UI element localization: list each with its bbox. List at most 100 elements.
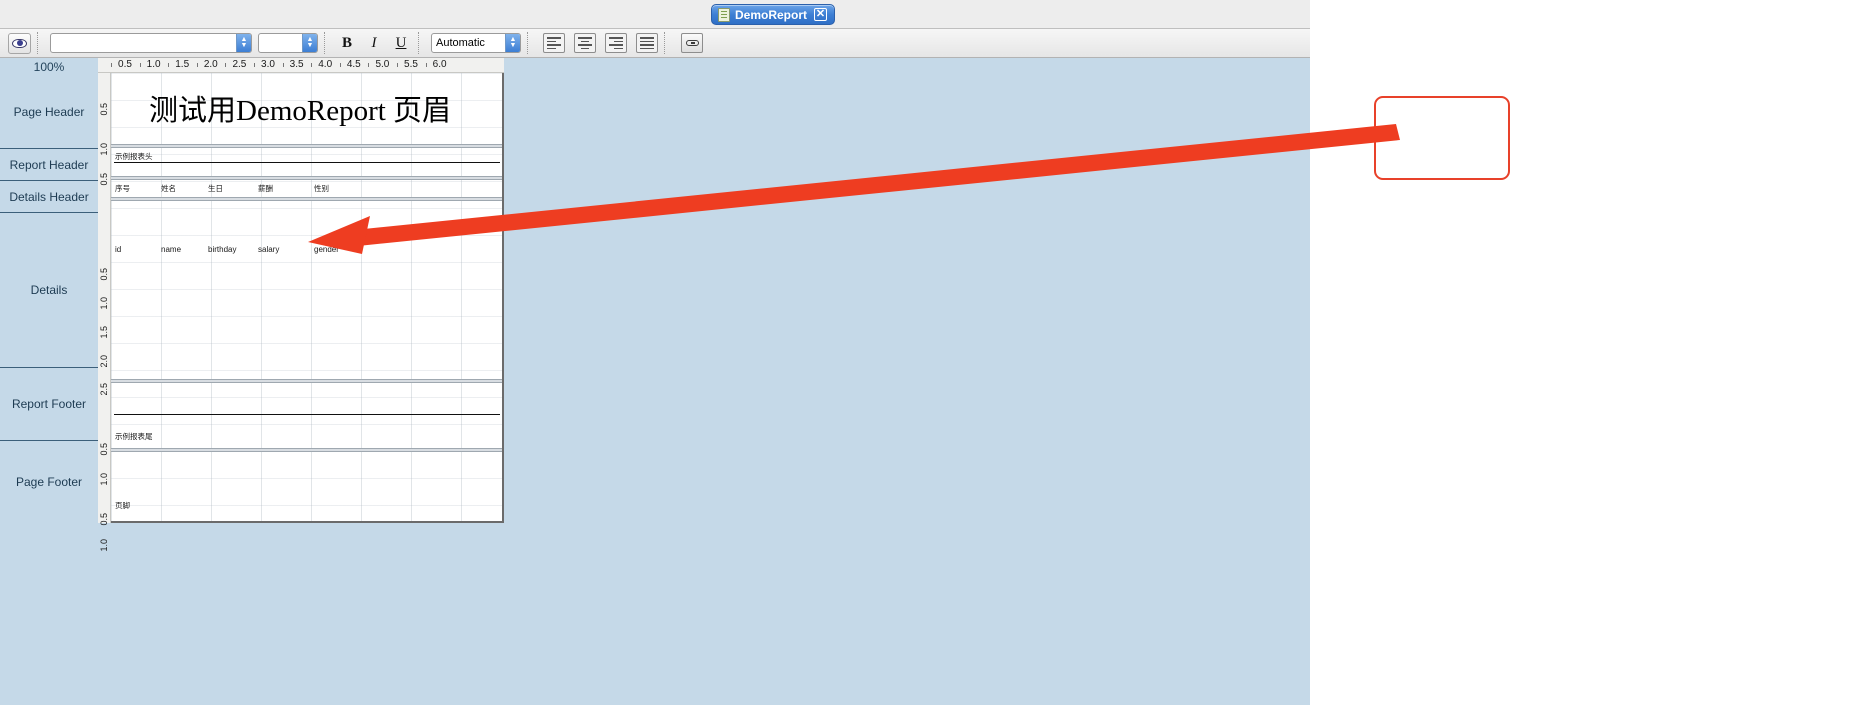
document-tab-label: DemoReport xyxy=(735,7,808,22)
band-details[interactable]: Details xyxy=(0,212,98,367)
band-separator xyxy=(111,197,502,201)
ruler-mark xyxy=(139,63,141,67)
preview-toggle-button[interactable] xyxy=(8,32,31,54)
ruler-tick: 1.0 xyxy=(99,473,109,486)
report-header-text-element[interactable]: 示例报表头 xyxy=(115,151,153,162)
ruler-tick: 5.5 xyxy=(404,59,418,70)
ruler-tick: 2.0 xyxy=(99,355,109,368)
details-header-col-4[interactable]: 性别 xyxy=(314,183,329,194)
report-sheet[interactable]: 测试用DemoReport 页眉 示例报表头 序号 姓名 生日 薪酬 性别 id… xyxy=(111,73,504,523)
band-separator xyxy=(111,144,502,148)
align-center-icon[interactable] xyxy=(574,33,596,53)
eye-icon xyxy=(12,38,27,48)
band-separator xyxy=(111,448,502,452)
ruler-tick: 3.5 xyxy=(289,59,304,70)
ruler-mark xyxy=(168,63,170,67)
link-icon xyxy=(685,40,699,46)
ruler-tick: 1.0 xyxy=(99,143,109,156)
ruler-tick: 2.5 xyxy=(232,59,247,70)
band-report-footer[interactable]: Report Footer xyxy=(0,367,98,440)
band-page-header[interactable]: Page Header xyxy=(0,76,98,148)
ruler-tick: 0.5 xyxy=(99,513,109,526)
ruler-mark xyxy=(111,63,112,67)
toolbar-separator xyxy=(37,32,38,54)
ruler-mark xyxy=(339,63,341,67)
canvas-background-bottom xyxy=(0,523,1310,705)
align-justify-icon[interactable] xyxy=(636,33,658,53)
ruler-tick: 1.5 xyxy=(175,59,190,70)
ruler-mark xyxy=(254,63,255,67)
ruler-tick: 1.0 xyxy=(146,59,161,70)
band-details-header[interactable]: Details Header xyxy=(0,180,98,212)
details-field-salary[interactable]: salary xyxy=(258,245,279,254)
ruler-tick: 4.5 xyxy=(346,59,361,70)
document-tab-demoreport[interactable]: DemoReport ✕ xyxy=(711,4,836,25)
horizontal-ruler[interactable]: 0.5 1.0 1.5 2.0 2.5 3.0 3.5 4.0 4.5 5.0 5.5 6.0 xyxy=(98,58,504,73)
report-paper-area: 0.5 1.0 1.5 2.0 2.5 3.0 3.5 4.0 4.5 5.0 5.5 6.0 0.5… xyxy=(98,58,504,552)
ruler-mark xyxy=(368,63,370,67)
ruler-mark xyxy=(425,63,427,67)
ruler-tick: 1.0 xyxy=(99,297,109,310)
details-header-col-2[interactable]: 生日 xyxy=(208,183,223,194)
bold-button[interactable]: B xyxy=(336,32,358,54)
details-header-col-0[interactable]: 序号 xyxy=(115,183,130,194)
ruler-tick: 0.5 xyxy=(99,173,109,186)
details-field-birthday[interactable]: birthday xyxy=(208,245,236,254)
band-separator xyxy=(111,176,502,180)
chevron-updown-icon[interactable]: ▲ ▼ xyxy=(236,34,251,52)
band-separator xyxy=(111,379,502,383)
ruler-mark xyxy=(282,63,284,67)
chevron-updown-icon[interactable]: ▲ ▼ xyxy=(302,34,317,52)
report-header-rule xyxy=(114,162,500,163)
ruler-tick: 1.5 xyxy=(99,326,109,339)
report-designer-canvas: 100% Page Header Report Header Details H… xyxy=(0,58,1310,705)
align-left-icon[interactable] xyxy=(543,33,565,53)
italic-button[interactable]: I xyxy=(363,32,385,54)
ruler-tick: 2.5 xyxy=(99,383,109,396)
ruler-mark xyxy=(397,63,398,67)
ruler-tick: 6.0 xyxy=(432,59,447,70)
details-field-id[interactable]: id xyxy=(115,245,121,254)
page-footer-text-element[interactable]: 页脚 xyxy=(115,500,130,511)
underline-button[interactable]: U xyxy=(390,32,412,54)
vertical-ruler[interactable]: 0.5 1.0 0.5 0.5 1.0 1.5 2.0 2.5 0.5 1.0 0.5 1.0 xyxy=(98,73,111,552)
details-header-col-3[interactable]: 薪酬 xyxy=(258,183,273,194)
ruler-mark xyxy=(196,63,198,67)
font-family-select[interactable]: ▲ ▼ xyxy=(50,33,252,53)
ruler-tick: 0.5 xyxy=(99,443,109,456)
ruler-tick: 0.5 xyxy=(99,268,109,281)
ruler-tick: 2.0 xyxy=(203,59,218,70)
font-size-select[interactable]: ▲ ▼ xyxy=(258,33,318,53)
report-footer-text-element[interactable]: 示例报表尾 xyxy=(115,431,153,442)
toolbar-separator xyxy=(664,32,665,54)
band-report-header[interactable]: Report Header xyxy=(0,148,98,180)
toolbar-separator xyxy=(527,32,528,54)
right-panel: Structure Data fx Data Sets▼JDBC: DemoCo… xyxy=(1310,0,1872,705)
details-header-col-1[interactable]: 姓名 xyxy=(161,183,176,194)
details-field-name[interactable]: name xyxy=(161,245,181,254)
close-icon[interactable]: ✕ xyxy=(814,8,828,21)
ruler-tick: 5.0 xyxy=(375,59,390,70)
hyperlink-button[interactable] xyxy=(681,33,703,53)
app-root: DemoReport ✕ ▲▼ ▲▼ B I U Automatic ▲▼ xyxy=(0,0,1872,705)
ruler-tick: 4.0 xyxy=(318,59,333,70)
font-color-value: Automatic xyxy=(436,37,485,49)
ruler-tick: 1.0 xyxy=(99,539,109,552)
page-header-title-element[interactable]: 测试用DemoReport 页眉 xyxy=(149,87,451,129)
align-right-icon[interactable] xyxy=(605,33,627,53)
details-field-gender[interactable]: gender xyxy=(314,245,339,254)
document-icon xyxy=(718,7,730,22)
chevron-updown-icon[interactable]: ▲ ▼ xyxy=(505,34,520,52)
ruler-mark xyxy=(225,63,227,67)
zoom-level: 100% xyxy=(33,60,65,74)
toolbar-separator xyxy=(324,32,325,54)
band-label-column: 100% Page Header Report Header Details H… xyxy=(0,58,98,705)
band-page-footer[interactable]: Page Footer xyxy=(0,440,98,523)
ruler-tick: 0.5 xyxy=(99,103,109,116)
font-color-select[interactable]: Automatic ▲ ▼ xyxy=(431,33,521,53)
toolbar-separator xyxy=(418,32,419,54)
report-footer-rule xyxy=(114,414,500,415)
ruler-tick: 3.0 xyxy=(261,59,275,70)
ruler-tick: 0.5 xyxy=(118,59,132,70)
ruler-mark xyxy=(311,63,313,67)
